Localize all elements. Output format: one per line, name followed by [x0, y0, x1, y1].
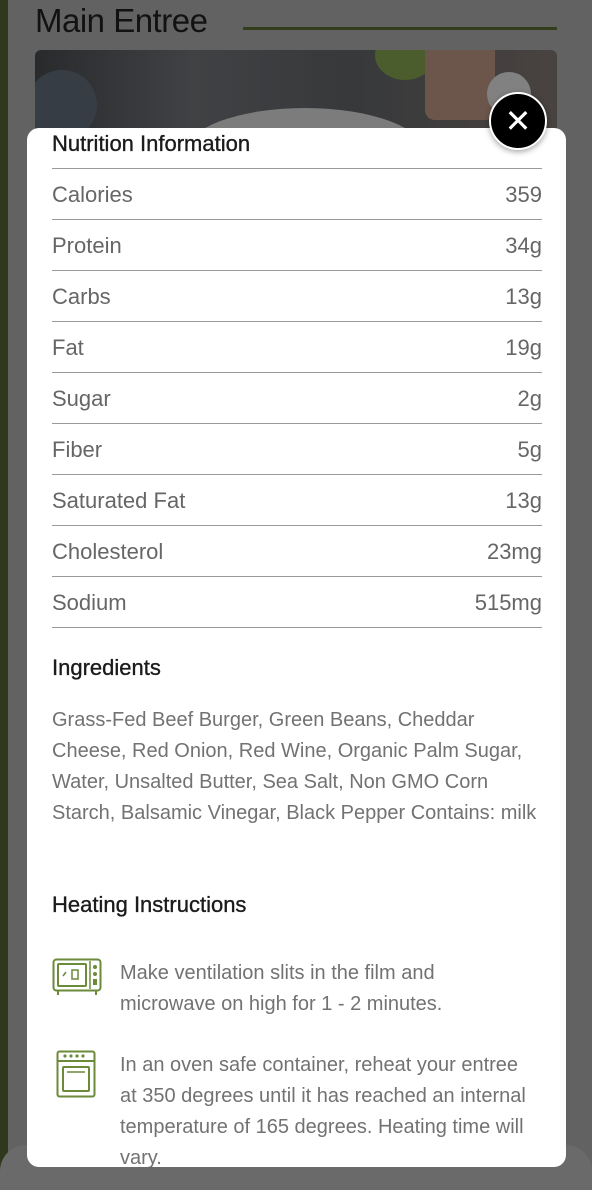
nutrition-label: Fat	[52, 335, 84, 360]
nutrition-value: 515mg	[474, 590, 542, 615]
nutrition-row: Fiber 5g	[52, 424, 542, 475]
nutrition-label: Calories	[52, 182, 133, 207]
nutrition-value: 13g	[505, 284, 542, 309]
nutrition-row: Sodium 515mg	[52, 577, 542, 628]
nutrition-row: Cholesterol 23mg	[52, 526, 542, 577]
nutrition-table: Calories 359 Protein 34g Carbs 13g Fat 19g Sugar…	[52, 168, 542, 628]
ingredients-title: Ingredients	[52, 655, 161, 680]
nutrition-value: 359	[505, 182, 542, 207]
nutrition-modal: Nutrition Information Calories 359 Protein…	[27, 128, 566, 1167]
nutrition-label: Protein	[52, 233, 122, 258]
nutrition-row: Saturated Fat 13g	[52, 475, 542, 526]
ingredients-text: Grass-Fed Beef Burger, Green Beans, Ched…	[52, 709, 537, 824]
oven-icon	[56, 1050, 96, 1105]
nutrition-value: 19g	[505, 335, 542, 360]
nutrition-title: Nutrition Information	[52, 131, 251, 156]
nutrition-row: Calories 359	[52, 169, 542, 220]
nutrition-row: Sugar 2g	[52, 373, 542, 424]
nutrition-label: Cholesterol	[52, 539, 164, 564]
nutrition-value: 2g	[517, 386, 542, 411]
close-button[interactable]: ✕	[489, 92, 547, 150]
nutrition-label: Fiber	[52, 437, 103, 462]
heating-item-text: Make ventilation slits in the film and m…	[120, 962, 443, 1015]
nutrition-row: Carbs 13g	[52, 271, 542, 322]
nutrition-row: Protein 34g	[52, 220, 542, 271]
close-icon: ✕	[504, 102, 532, 140]
nutrition-label: Carbs	[52, 284, 111, 309]
heating-title: Heating Instructions	[52, 892, 247, 917]
nutrition-value: 23mg	[486, 539, 542, 564]
microwave-icon	[52, 958, 102, 1001]
nutrition-value: 34g	[505, 233, 542, 258]
nutrition-value: 13g	[505, 488, 542, 513]
nutrition-label: Sugar	[52, 386, 111, 411]
nutrition-label: Saturated Fat	[52, 488, 186, 513]
nutrition-label: Sodium	[52, 590, 127, 615]
nutrition-row: Fat 19g	[52, 322, 542, 373]
heating-item-text: In an oven safe container, reheat your e…	[120, 1054, 526, 1167]
nutrition-value: 5g	[517, 437, 542, 462]
